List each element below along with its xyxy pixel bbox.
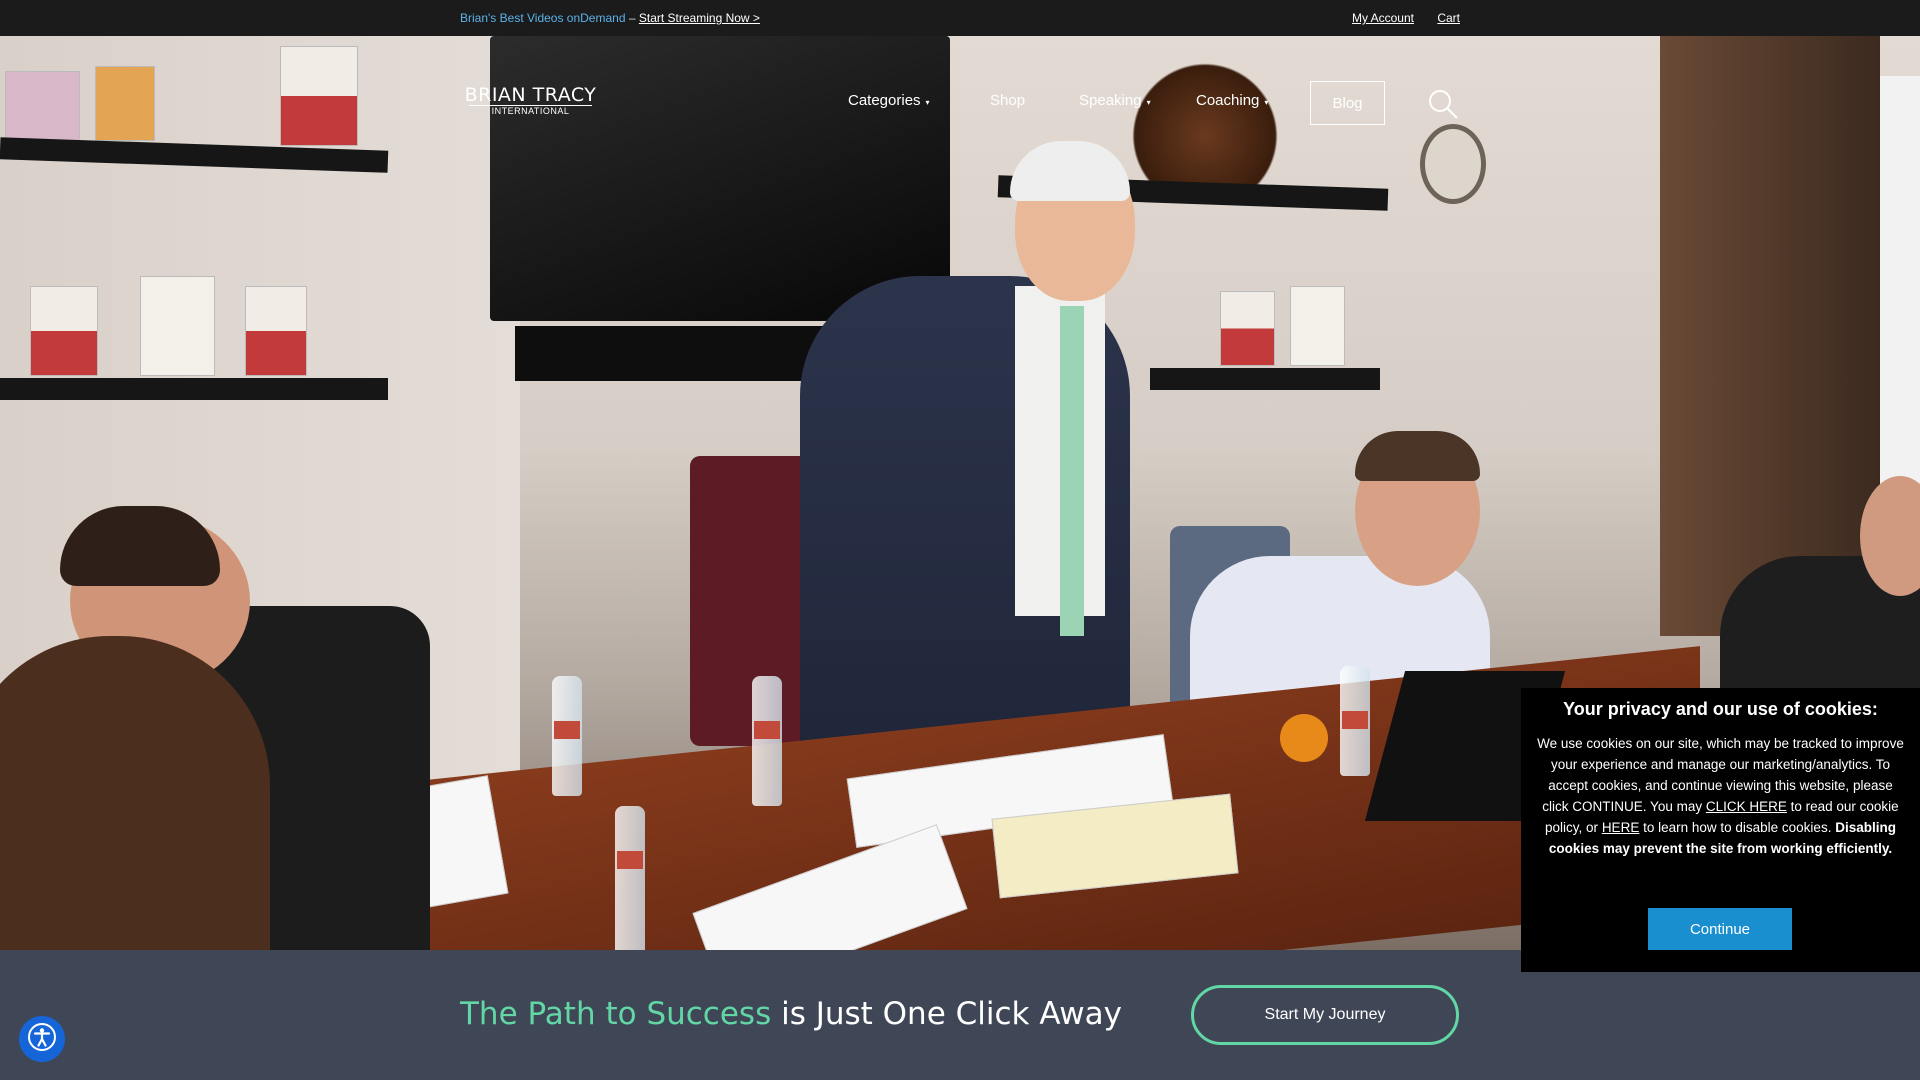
search-icon[interactable] xyxy=(1427,88,1459,120)
accessibility-icon xyxy=(27,1022,57,1057)
chevron-down-icon: ▾ xyxy=(1146,98,1151,107)
cta-headline-rest: is Just One Click Away xyxy=(771,996,1122,1032)
cta-headline: The Path to Success is Just One Click Aw… xyxy=(460,996,1122,1032)
hero-book xyxy=(30,286,98,376)
chevron-down-icon: ▾ xyxy=(925,98,930,107)
hero-clock xyxy=(1420,124,1486,204)
cookie-body: We use cookies on our site, which may be… xyxy=(1535,733,1906,859)
hero-book xyxy=(5,71,80,141)
logo-subtitle: INTERNATIONAL xyxy=(469,105,592,116)
start-my-journey-button[interactable]: Start My Journey xyxy=(1191,985,1459,1045)
hero-bottle xyxy=(1340,666,1370,776)
cta-headline-accent: The Path to Success xyxy=(460,996,772,1032)
hero-speaker xyxy=(1010,141,1130,201)
hero-book xyxy=(140,276,215,376)
hero-bottle xyxy=(752,676,782,806)
hero-door xyxy=(1660,36,1880,636)
nav-speaking[interactable]: Speaking ▾ xyxy=(1079,92,1151,109)
hero-orange xyxy=(1280,714,1328,762)
nav-categories-label: Categories xyxy=(848,92,921,109)
account-links: My Account Cart xyxy=(1332,11,1460,25)
cookie-policy-link[interactable]: CLICK HERE xyxy=(1706,799,1787,814)
cookie-consent-panel: Your privacy and our use of cookies: We … xyxy=(1521,688,1920,972)
logo-wordmark: BRIAN TRACY xyxy=(464,84,597,106)
hero-speaker xyxy=(1060,306,1084,636)
promo-separator: – xyxy=(628,11,636,25)
cart-link[interactable]: Cart xyxy=(1437,11,1460,25)
hero-person xyxy=(1355,431,1480,481)
hero-book xyxy=(280,46,358,146)
disable-cookies-link[interactable]: HERE xyxy=(1602,820,1640,835)
hero-tv xyxy=(490,36,950,321)
hero-book xyxy=(1220,291,1275,366)
nav-coaching-label: Coaching xyxy=(1196,92,1260,109)
start-streaming-link[interactable]: Start Streaming Now > xyxy=(639,11,760,25)
nav-speaking-label: Speaking xyxy=(1079,92,1142,109)
promo-highlight: Brian's Best Videos onDemand xyxy=(460,11,626,25)
hero-person xyxy=(0,636,270,950)
top-bar: Brian's Best Videos onDemand – Start Str… xyxy=(0,0,1920,36)
promo-banner: Brian's Best Videos onDemand – Start Str… xyxy=(460,11,760,25)
accessibility-button[interactable] xyxy=(19,1016,65,1062)
chevron-down-icon: ▾ xyxy=(1264,98,1269,107)
hero-bottle xyxy=(552,676,582,796)
hero-shelf xyxy=(1150,368,1380,390)
nav-categories[interactable]: Categories ▾ xyxy=(848,92,930,109)
nav-shop-label: Shop xyxy=(990,92,1026,109)
continue-button[interactable]: Continue xyxy=(1648,908,1792,950)
hero-book xyxy=(95,66,155,141)
hero-book xyxy=(245,286,307,376)
cookie-title: Your privacy and our use of cookies: xyxy=(1563,699,1878,719)
nav-coaching[interactable]: Coaching ▾ xyxy=(1196,92,1268,109)
cookie-text: to learn how to disable cookies. xyxy=(1639,820,1836,835)
my-account-link[interactable]: My Account xyxy=(1352,11,1414,25)
hero-bottle xyxy=(615,806,645,950)
nav-shop[interactable]: Shop xyxy=(990,92,1025,109)
hero-sculpture xyxy=(1130,46,1280,196)
hero-book xyxy=(1290,286,1345,366)
blog-button[interactable]: Blog xyxy=(1310,81,1385,125)
hero-shelf xyxy=(0,378,388,400)
brian-tracy-logo[interactable]: BRIAN TRACY INTERNATIONAL xyxy=(463,84,598,117)
